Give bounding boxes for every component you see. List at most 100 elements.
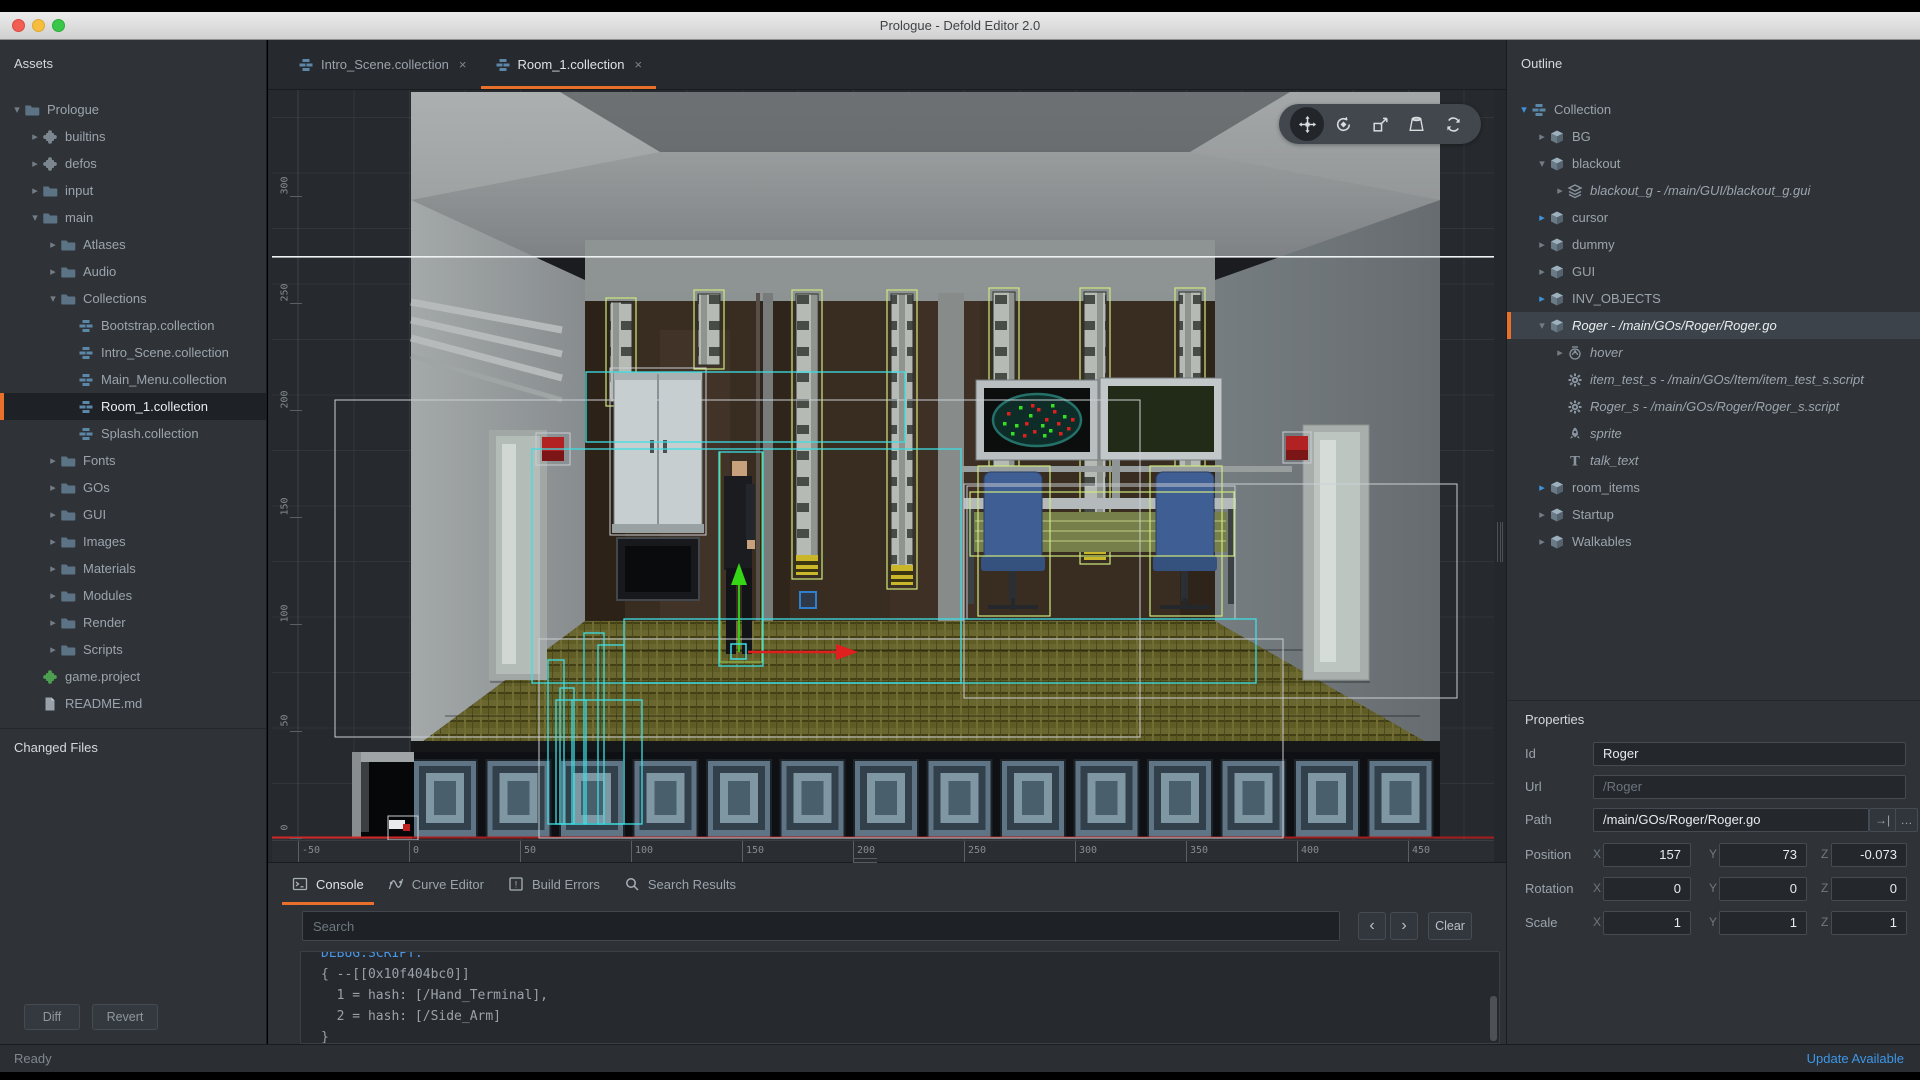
url-field[interactable]: /Roger xyxy=(1593,775,1906,799)
move-tool-button[interactable] xyxy=(1290,107,1324,141)
assets-item-bootstrap-collection[interactable]: Bootstrap.collection xyxy=(0,312,266,339)
chevron-right-icon[interactable]: ▸ xyxy=(1535,535,1549,548)
console-output[interactable]: DEBUG:SCRIPT:{ --[[0x10f404bc0]] 1 = has… xyxy=(300,951,1500,1044)
scene-view[interactable] xyxy=(272,90,1494,862)
outline-item-walkables[interactable]: ▸Walkables xyxy=(1507,528,1920,555)
vertical-splitter[interactable] xyxy=(1494,90,1506,862)
outline-item-blackout[interactable]: ▾blackout xyxy=(1507,150,1920,177)
assets-item-scripts[interactable]: ▸Scripts xyxy=(0,636,266,663)
assets-item-render[interactable]: ▸Render xyxy=(0,609,266,636)
assets-item-game-project[interactable]: game.project xyxy=(0,663,266,690)
chevron-right-icon[interactable]: ▸ xyxy=(1535,292,1549,305)
assets-item-input[interactable]: ▸input xyxy=(0,177,266,204)
tab-search-results[interactable]: Search Results xyxy=(612,863,748,905)
rotation-x-field[interactable]: 0 xyxy=(1603,877,1691,901)
assets-item-materials[interactable]: ▸Materials xyxy=(0,555,266,582)
assets-item-gos[interactable]: ▸GOs xyxy=(0,474,266,501)
chevron-down-icon[interactable]: ▾ xyxy=(10,103,24,116)
assets-item-gui[interactable]: ▸GUI xyxy=(0,501,266,528)
chevron-right-icon[interactable]: ▸ xyxy=(1535,265,1549,278)
refresh-tool-button[interactable] xyxy=(1436,107,1470,141)
outline-item-collection[interactable]: ▾Collection xyxy=(1507,96,1920,123)
outline-item-roger-s-main-gos-roger-roger-s-script[interactable]: Roger_s - /main/GOs/Roger/Roger_s.script xyxy=(1507,393,1920,420)
chevron-right-icon[interactable]: ▸ xyxy=(46,616,60,629)
search-prev-button[interactable]: ‹ xyxy=(1358,912,1386,940)
outline-item-roger-main-gos-roger-roger-go[interactable]: ▾Roger - /main/GOs/Roger/Roger.go xyxy=(1507,312,1920,339)
assets-item-room-1-collection[interactable]: Room_1.collection xyxy=(0,393,266,420)
chevron-right-icon[interactable]: ▸ xyxy=(1535,130,1549,143)
assets-item-intro-scene-collection[interactable]: Intro_Scene.collection xyxy=(0,339,266,366)
assets-item-main[interactable]: ▾main xyxy=(0,204,266,231)
outline-item-blackout-g-main-gui-blackout-g-gui[interactable]: ▸blackout_g - /main/GUI/blackout_g.gui xyxy=(1507,177,1920,204)
tab-curve-editor[interactable]: Curve Editor xyxy=(376,863,496,905)
close-icon[interactable]: × xyxy=(459,57,467,72)
assets-item-splash-collection[interactable]: Splash.collection xyxy=(0,420,266,447)
scene-canvas[interactable]: 300250200150100500 -50050100150200250300… xyxy=(272,90,1494,862)
chevron-right-icon[interactable]: ▸ xyxy=(1535,508,1549,521)
outline-item-bg[interactable]: ▸BG xyxy=(1507,123,1920,150)
assets-item-readme-md[interactable]: README.md xyxy=(0,690,266,717)
scale-tool-button[interactable] xyxy=(1363,107,1397,141)
outline-item-startup[interactable]: ▸Startup xyxy=(1507,501,1920,528)
scale-y-field[interactable]: 1 xyxy=(1719,911,1807,935)
outline-item-talk-text[interactable]: Ttalk_text xyxy=(1507,447,1920,474)
tab-intro-scene-collection[interactable]: Intro_Scene.collection× xyxy=(284,40,481,89)
outline-item-dummy[interactable]: ▸dummy xyxy=(1507,231,1920,258)
chevron-right-icon[interactable]: ▸ xyxy=(1535,238,1549,251)
assets-item-defos[interactable]: ▸defos xyxy=(0,150,266,177)
chevron-down-icon[interactable]: ▾ xyxy=(1517,103,1531,116)
path-field[interactable]: /main/GOs/Roger/Roger.go xyxy=(1593,808,1869,832)
chevron-right-icon[interactable]: ▸ xyxy=(46,265,60,278)
assets-item-modules[interactable]: ▸Modules xyxy=(0,582,266,609)
outline-item-hover[interactable]: ▸hover xyxy=(1507,339,1920,366)
splitter-grip-icon[interactable] xyxy=(853,858,877,863)
chevron-right-icon[interactable]: ▸ xyxy=(46,508,60,521)
chevron-right-icon[interactable]: ▸ xyxy=(46,535,60,548)
assets-item-main-menu-collection[interactable]: Main_Menu.collection xyxy=(0,366,266,393)
chevron-right-icon[interactable]: ▸ xyxy=(1535,481,1549,494)
scale-z-field[interactable]: 1 xyxy=(1831,911,1907,935)
assets-item-fonts[interactable]: ▸Fonts xyxy=(0,447,266,474)
chevron-right-icon[interactable]: ▸ xyxy=(46,238,60,251)
assets-item-images[interactable]: ▸Images xyxy=(0,528,266,555)
frustum-tool-button[interactable] xyxy=(1400,107,1434,141)
position-x-field[interactable]: 157 xyxy=(1603,843,1691,867)
outline-item-gui[interactable]: ▸GUI xyxy=(1507,258,1920,285)
assets-item-atlases[interactable]: ▸Atlases xyxy=(0,231,266,258)
goto-resource-button[interactable]: →| xyxy=(1869,808,1896,832)
scale-x-field[interactable]: 1 xyxy=(1603,911,1691,935)
revert-button[interactable]: Revert xyxy=(92,1004,158,1030)
browse-button[interactable]: … xyxy=(1895,808,1918,832)
close-icon[interactable]: × xyxy=(634,57,642,72)
search-input[interactable] xyxy=(302,911,1340,941)
search-next-button[interactable]: › xyxy=(1390,912,1418,940)
chevron-right-icon[interactable]: ▸ xyxy=(46,589,60,602)
clear-button[interactable]: Clear xyxy=(1428,912,1472,940)
chevron-right-icon[interactable]: ▸ xyxy=(46,643,60,656)
chevron-down-icon[interactable]: ▾ xyxy=(46,292,60,305)
chevron-right-icon[interactable]: ▸ xyxy=(1553,346,1567,359)
chevron-right-icon[interactable]: ▸ xyxy=(46,454,60,467)
chevron-down-icon[interactable]: ▾ xyxy=(28,211,42,224)
chevron-right-icon[interactable]: ▸ xyxy=(28,184,42,197)
outline-item-cursor[interactable]: ▸cursor xyxy=(1507,204,1920,231)
position-z-field[interactable]: -0.073 xyxy=(1831,843,1907,867)
tab-build-errors[interactable]: !Build Errors xyxy=(496,863,612,905)
assets-item-builtins[interactable]: ▸builtins xyxy=(0,123,266,150)
rotate-tool-button[interactable] xyxy=(1327,107,1361,141)
chevron-right-icon[interactable]: ▸ xyxy=(1553,184,1567,197)
outline-item-room-items[interactable]: ▸room_items xyxy=(1507,474,1920,501)
tab-room-1-collection[interactable]: Room_1.collection× xyxy=(481,40,657,89)
outline-item-item-test-s-main-gos-item-item-test-s-script[interactable]: item_test_s - /main/GOs/Item/item_test_s… xyxy=(1507,366,1920,393)
chevron-right-icon[interactable]: ▸ xyxy=(46,562,60,575)
chevron-right-icon[interactable]: ▸ xyxy=(46,481,60,494)
outline-item-sprite[interactable]: sprite xyxy=(1507,420,1920,447)
assets-item-audio[interactable]: ▸Audio xyxy=(0,258,266,285)
chevron-down-icon[interactable]: ▾ xyxy=(1535,157,1549,170)
diff-button[interactable]: Diff xyxy=(24,1004,80,1030)
assets-item-collections[interactable]: ▾Collections xyxy=(0,285,266,312)
chevron-right-icon[interactable]: ▸ xyxy=(28,157,42,170)
position-y-field[interactable]: 73 xyxy=(1719,843,1807,867)
update-available-link[interactable]: Update Available xyxy=(1807,1051,1904,1066)
chevron-right-icon[interactable]: ▸ xyxy=(28,130,42,143)
